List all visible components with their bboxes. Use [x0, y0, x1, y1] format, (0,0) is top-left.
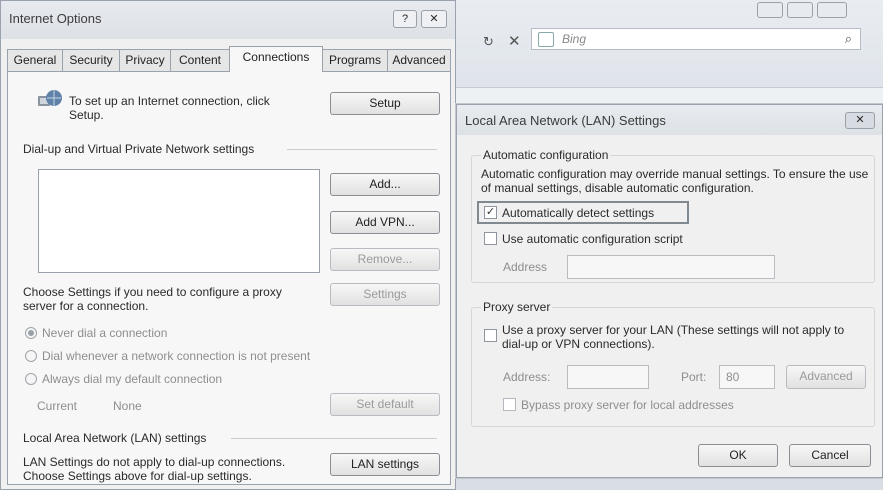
divider: [287, 149, 437, 150]
refresh-icon[interactable]: ↻: [483, 34, 494, 50]
divider: [231, 438, 437, 439]
proxy-heading: Proxy server: [481, 300, 553, 314]
dialup-heading: Dial-up and Virtual Private Network sett…: [23, 142, 255, 156]
ok-button[interactable]: OK: [698, 444, 778, 467]
search-input[interactable]: Bing: [562, 32, 586, 46]
lan-text: LAN Settings do not apply to dial-up con…: [23, 455, 286, 483]
dialog-title-bar: Internet Options ? ✕: [1, 1, 455, 39]
tab-security[interactable]: Security: [62, 49, 120, 71]
lan-heading: Local Area Network (LAN) settings: [23, 431, 207, 445]
lan-dialog-title-bar: Local Area Network (LAN) Settings ✕: [457, 105, 882, 135]
port-field[interactable]: 80: [719, 365, 775, 389]
setup-button[interactable]: Setup: [330, 92, 440, 115]
address-label: Address: [503, 260, 548, 274]
dialog-title: Internet Options: [9, 11, 102, 26]
close-button[interactable]: ✕: [421, 10, 447, 28]
bing-icon: [538, 32, 554, 47]
bypass-checkbox[interactable]: [503, 398, 516, 411]
tab-content[interactable]: Content: [170, 49, 230, 71]
help-button[interactable]: ?: [393, 10, 417, 28]
cancel-button[interactable]: Cancel: [789, 444, 871, 467]
auto-config-text: Automatic configuration may override man…: [481, 167, 869, 195]
auto-config-heading: Automatic configuration: [481, 148, 611, 162]
connections-list[interactable]: [38, 169, 320, 273]
tab-privacy[interactable]: Privacy: [119, 49, 171, 71]
maximize-button[interactable]: [787, 2, 813, 18]
current-value: None: [113, 399, 142, 413]
stop-icon[interactable]: ✕: [508, 32, 521, 50]
auto-detect-checkbox[interactable]: ✓: [484, 206, 497, 219]
close-icon[interactable]: ✕: [845, 112, 875, 129]
proxy-text: Choose Settings if you need to configure…: [23, 285, 282, 313]
radio-always-dial-label: Always dial my default connection: [42, 372, 223, 386]
minimize-button[interactable]: [757, 2, 783, 18]
radio-dial-whenever[interactable]: [25, 350, 37, 362]
settings-button[interactable]: Settings: [330, 283, 440, 306]
network-globe-icon: [37, 88, 63, 112]
port-label: Port:: [681, 370, 707, 384]
tab-advanced[interactable]: Advanced: [387, 49, 451, 71]
proxy-address-label: Address:: [503, 370, 551, 384]
tab-connections[interactable]: Connections: [229, 46, 323, 72]
lan-settings-button[interactable]: LAN settings: [330, 453, 440, 476]
port-value: 80: [726, 370, 740, 384]
proxy-address-field[interactable]: [567, 365, 649, 389]
connections-panel: [7, 71, 451, 485]
current-label: Current: [37, 399, 78, 413]
auto-script-checkbox[interactable]: [484, 232, 497, 245]
remove-button[interactable]: Remove...: [330, 248, 440, 271]
auto-script-label: Use automatic configuration script: [502, 232, 683, 246]
search-icon[interactable]: ⌕: [845, 31, 852, 47]
internet-options-dialog: Internet Options ? ✕ General Security Pr…: [0, 0, 456, 490]
tab-general[interactable]: General: [7, 49, 63, 71]
search-box[interactable]: Bing ⌕: [531, 28, 861, 50]
use-proxy-label: Use a proxy server for your LAN (These s…: [502, 323, 845, 351]
lan-settings-dialog: Local Area Network (LAN) Settings ✕ Auto…: [456, 104, 883, 478]
tab-programs[interactable]: Programs: [322, 49, 388, 71]
advanced-button[interactable]: Advanced: [786, 365, 866, 389]
use-proxy-checkbox[interactable]: [484, 329, 497, 342]
bypass-label: Bypass proxy server for local addresses: [521, 398, 734, 412]
auto-detect-label: Automatically detect settings: [502, 206, 655, 220]
browser-footer-strip: [455, 478, 883, 490]
add-button[interactable]: Add...: [330, 173, 440, 196]
radio-dial-whenever-label: Dial whenever a network connection is no…: [42, 349, 311, 363]
set-default-button[interactable]: Set default: [330, 393, 440, 416]
add-vpn-button[interactable]: Add VPN...: [330, 211, 440, 234]
setup-text: To set up an Internet connection, click …: [69, 94, 270, 122]
radio-never-dial-label: Never dial a connection: [42, 326, 168, 340]
lan-dialog-title: Local Area Network (LAN) Settings: [465, 113, 666, 128]
close-window-button[interactable]: [817, 2, 847, 18]
address-field[interactable]: [567, 255, 775, 279]
radio-always-dial[interactable]: [25, 373, 37, 385]
radio-never-dial[interactable]: [25, 327, 37, 339]
